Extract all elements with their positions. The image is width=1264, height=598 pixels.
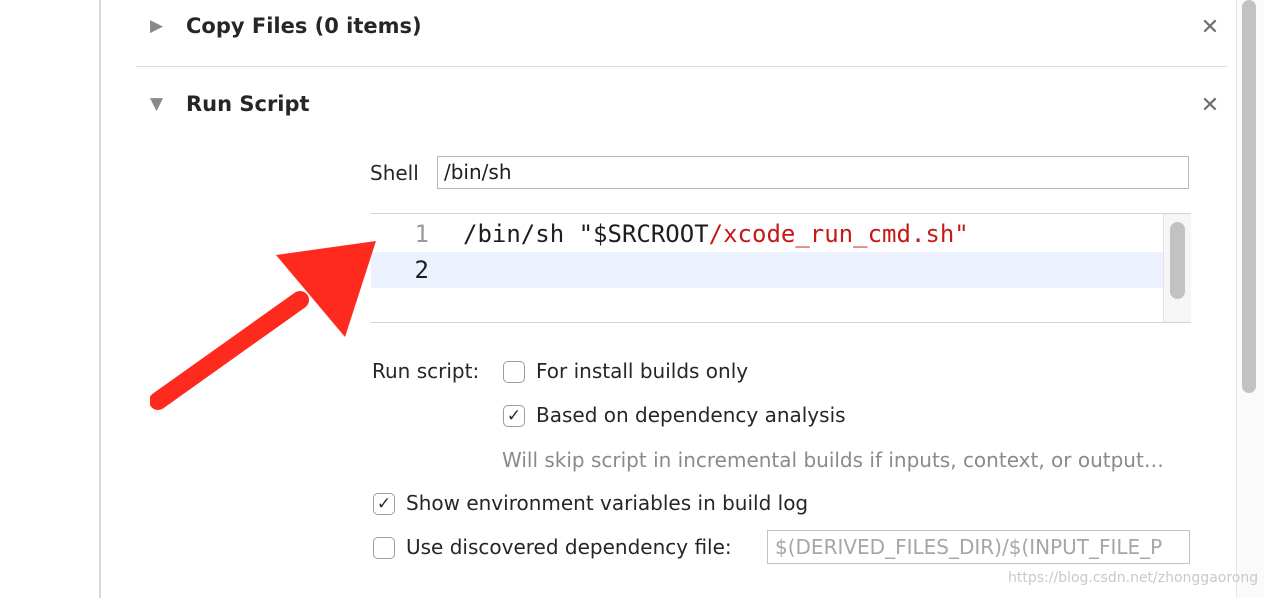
discovered-dependency-checkbox[interactable] xyxy=(373,537,395,559)
run-script-label: Run script: xyxy=(372,359,480,383)
editor-line-1[interactable]: 1 /bin/sh "$SRCROOT/xcode_run_cmd.sh" xyxy=(371,216,1163,252)
shell-input[interactable]: /bin/sh xyxy=(437,156,1189,189)
code-token-quote: " xyxy=(954,220,969,248)
code-token-command: /bin/sh "$SRCROOT xyxy=(463,220,709,248)
code-token-path: /xcode_run_cmd.sh xyxy=(708,220,955,248)
run-script-phase-title: Run Script xyxy=(186,92,310,116)
shell-label: Shell xyxy=(370,161,419,185)
dependency-analysis-hint: Will skip script in incremental builds i… xyxy=(502,448,1164,472)
code-text[interactable]: /bin/sh "$SRCROOT/xcode_run_cmd.sh" xyxy=(463,216,969,252)
show-env-vars-label[interactable]: Show environment variables in build log xyxy=(406,491,808,515)
editor-line-2-current[interactable]: 2 xyxy=(371,252,1163,288)
disclosure-triangle-collapsed-icon[interactable]: ▶ xyxy=(150,16,172,36)
discovered-dependency-label[interactable]: Use discovered dependency file: xyxy=(406,535,732,559)
run-script-phase-header[interactable]: ▼ Run Script xyxy=(150,92,310,116)
script-editor[interactable]: 1 /bin/sh "$SRCROOT/xcode_run_cmd.sh" 2 xyxy=(371,213,1191,323)
annotation-arrow-icon xyxy=(150,241,376,410)
install-builds-only-checkbox[interactable] xyxy=(503,361,525,383)
disclosure-triangle-expanded-icon[interactable]: ▼ xyxy=(150,94,172,114)
panel-scrollbar-thumb[interactable] xyxy=(1242,0,1256,393)
dependency-analysis-label[interactable]: Based on dependency analysis xyxy=(536,403,846,427)
dependency-analysis-checkbox[interactable]: ✓ xyxy=(503,405,525,427)
copy-files-phase-title: Copy Files (0 items) xyxy=(186,14,422,38)
watermark: https://blog.csdn.net/zhonggaorong xyxy=(1008,570,1259,586)
left-gutter xyxy=(0,0,101,598)
editor-scrollbar-thumb[interactable] xyxy=(1170,222,1185,299)
phase-divider xyxy=(136,66,1227,67)
install-builds-only-label[interactable]: For install builds only xyxy=(536,359,748,383)
copy-files-delete-button[interactable]: ✕ xyxy=(1199,17,1221,39)
copy-files-phase-header[interactable]: ▶ Copy Files (0 items) xyxy=(150,14,422,38)
show-env-vars-checkbox[interactable]: ✓ xyxy=(373,493,395,515)
run-script-delete-button[interactable]: ✕ xyxy=(1199,95,1221,117)
dependency-file-input[interactable]: $(DERIVED_FILES_DIR)/$(INPUT_FILE_P xyxy=(767,530,1190,564)
editor-scrollbar-track[interactable] xyxy=(1163,214,1191,322)
